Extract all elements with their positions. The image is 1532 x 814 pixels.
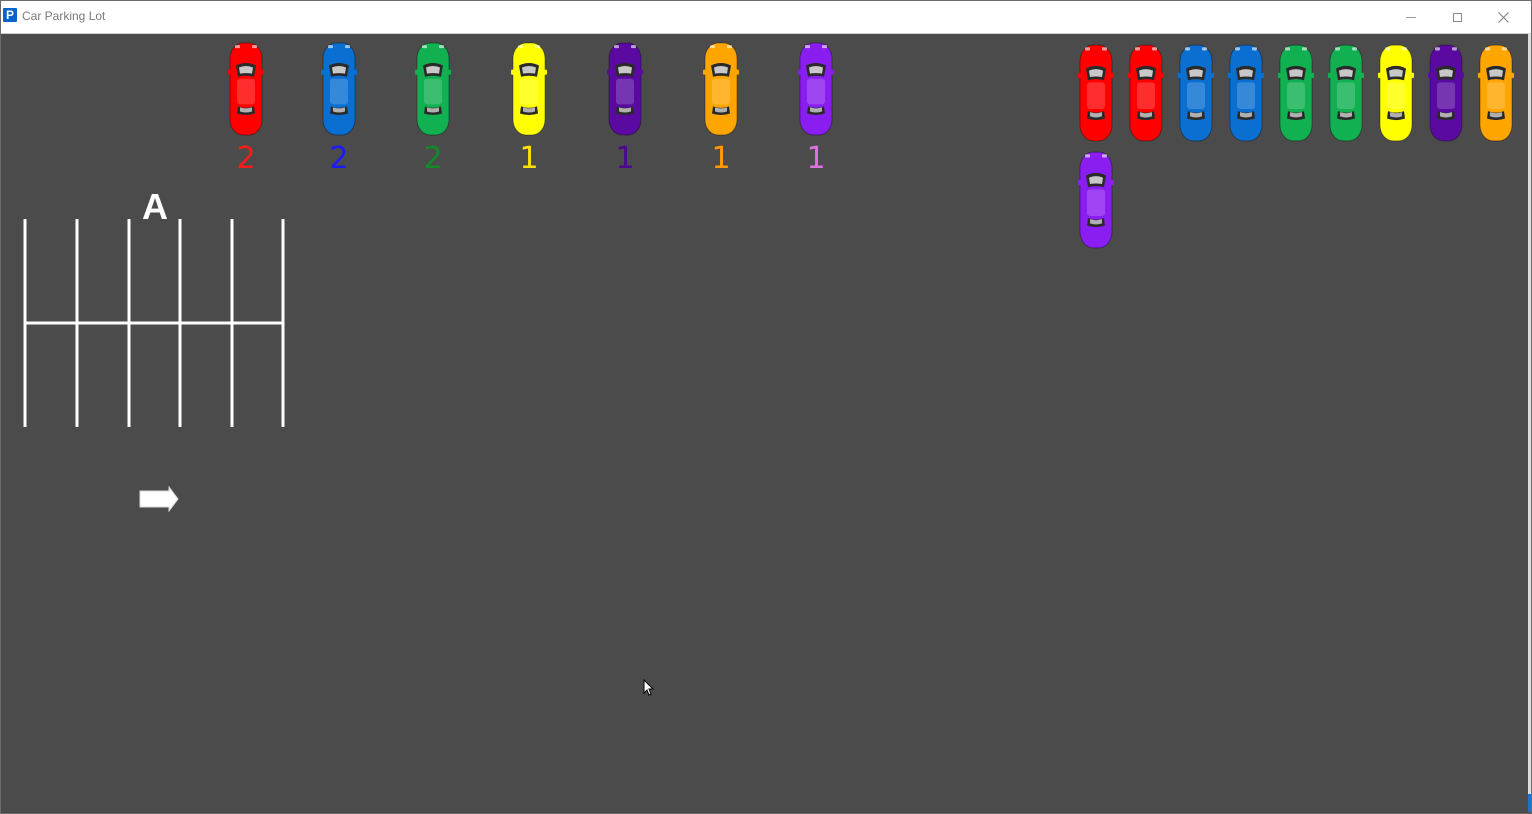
app-window: P Car Parking Lot A 2 2 2 1 1 1 1 <box>0 0 1532 814</box>
waiting-car-indigo[interactable] <box>1427 43 1465 143</box>
legend-car-purple <box>797 41 835 137</box>
title-bar[interactable]: P Car Parking Lot <box>1 1 1531 34</box>
mouse-pointer-icon <box>643 679 655 696</box>
waiting-car-red[interactable] <box>1127 43 1165 143</box>
close-button[interactable] <box>1480 1 1526 33</box>
car-count-orange: 1 <box>711 141 731 176</box>
parking-lot-canvas[interactable]: A 2221111 <box>2 34 1528 812</box>
legend-car-yellow <box>510 41 548 137</box>
car-count-yellow: 1 <box>519 141 539 176</box>
waiting-car-orange[interactable] <box>1477 43 1515 143</box>
waiting-car-blue[interactable] <box>1227 43 1265 143</box>
maximize-icon <box>1452 12 1462 22</box>
waiting-car-green[interactable] <box>1327 43 1365 143</box>
waiting-car-blue[interactable] <box>1177 43 1215 143</box>
scroll-accent <box>1528 794 1531 812</box>
legend-car-indigo <box>606 41 644 137</box>
waiting-car-red[interactable] <box>1077 43 1115 143</box>
legend-car-red <box>227 41 265 137</box>
car-count-blue: 2 <box>329 141 349 176</box>
waiting-car-green[interactable] <box>1277 43 1315 143</box>
minimize-icon <box>1406 16 1416 18</box>
scroll-edge <box>1528 34 1531 812</box>
car-count-red: 2 <box>236 141 256 176</box>
legend-car-blue <box>320 41 358 137</box>
car-count-indigo: 1 <box>615 141 635 176</box>
legend-car-orange <box>702 41 740 137</box>
legend-car-green <box>414 41 452 137</box>
maximize-button[interactable] <box>1434 1 1480 33</box>
waiting-car-yellow[interactable] <box>1377 43 1415 143</box>
car-count-green: 2 <box>423 141 443 176</box>
minimize-button[interactable] <box>1388 1 1434 33</box>
parking-grid <box>23 219 285 427</box>
right-arrow-icon[interactable] <box>139 486 179 512</box>
car-count-purple: 1 <box>806 141 826 176</box>
window-title: Car Parking Lot <box>22 9 106 23</box>
close-icon <box>1497 11 1509 23</box>
parking-app-icon: P <box>3 8 17 22</box>
waiting-car-purple[interactable] <box>1077 150 1115 250</box>
